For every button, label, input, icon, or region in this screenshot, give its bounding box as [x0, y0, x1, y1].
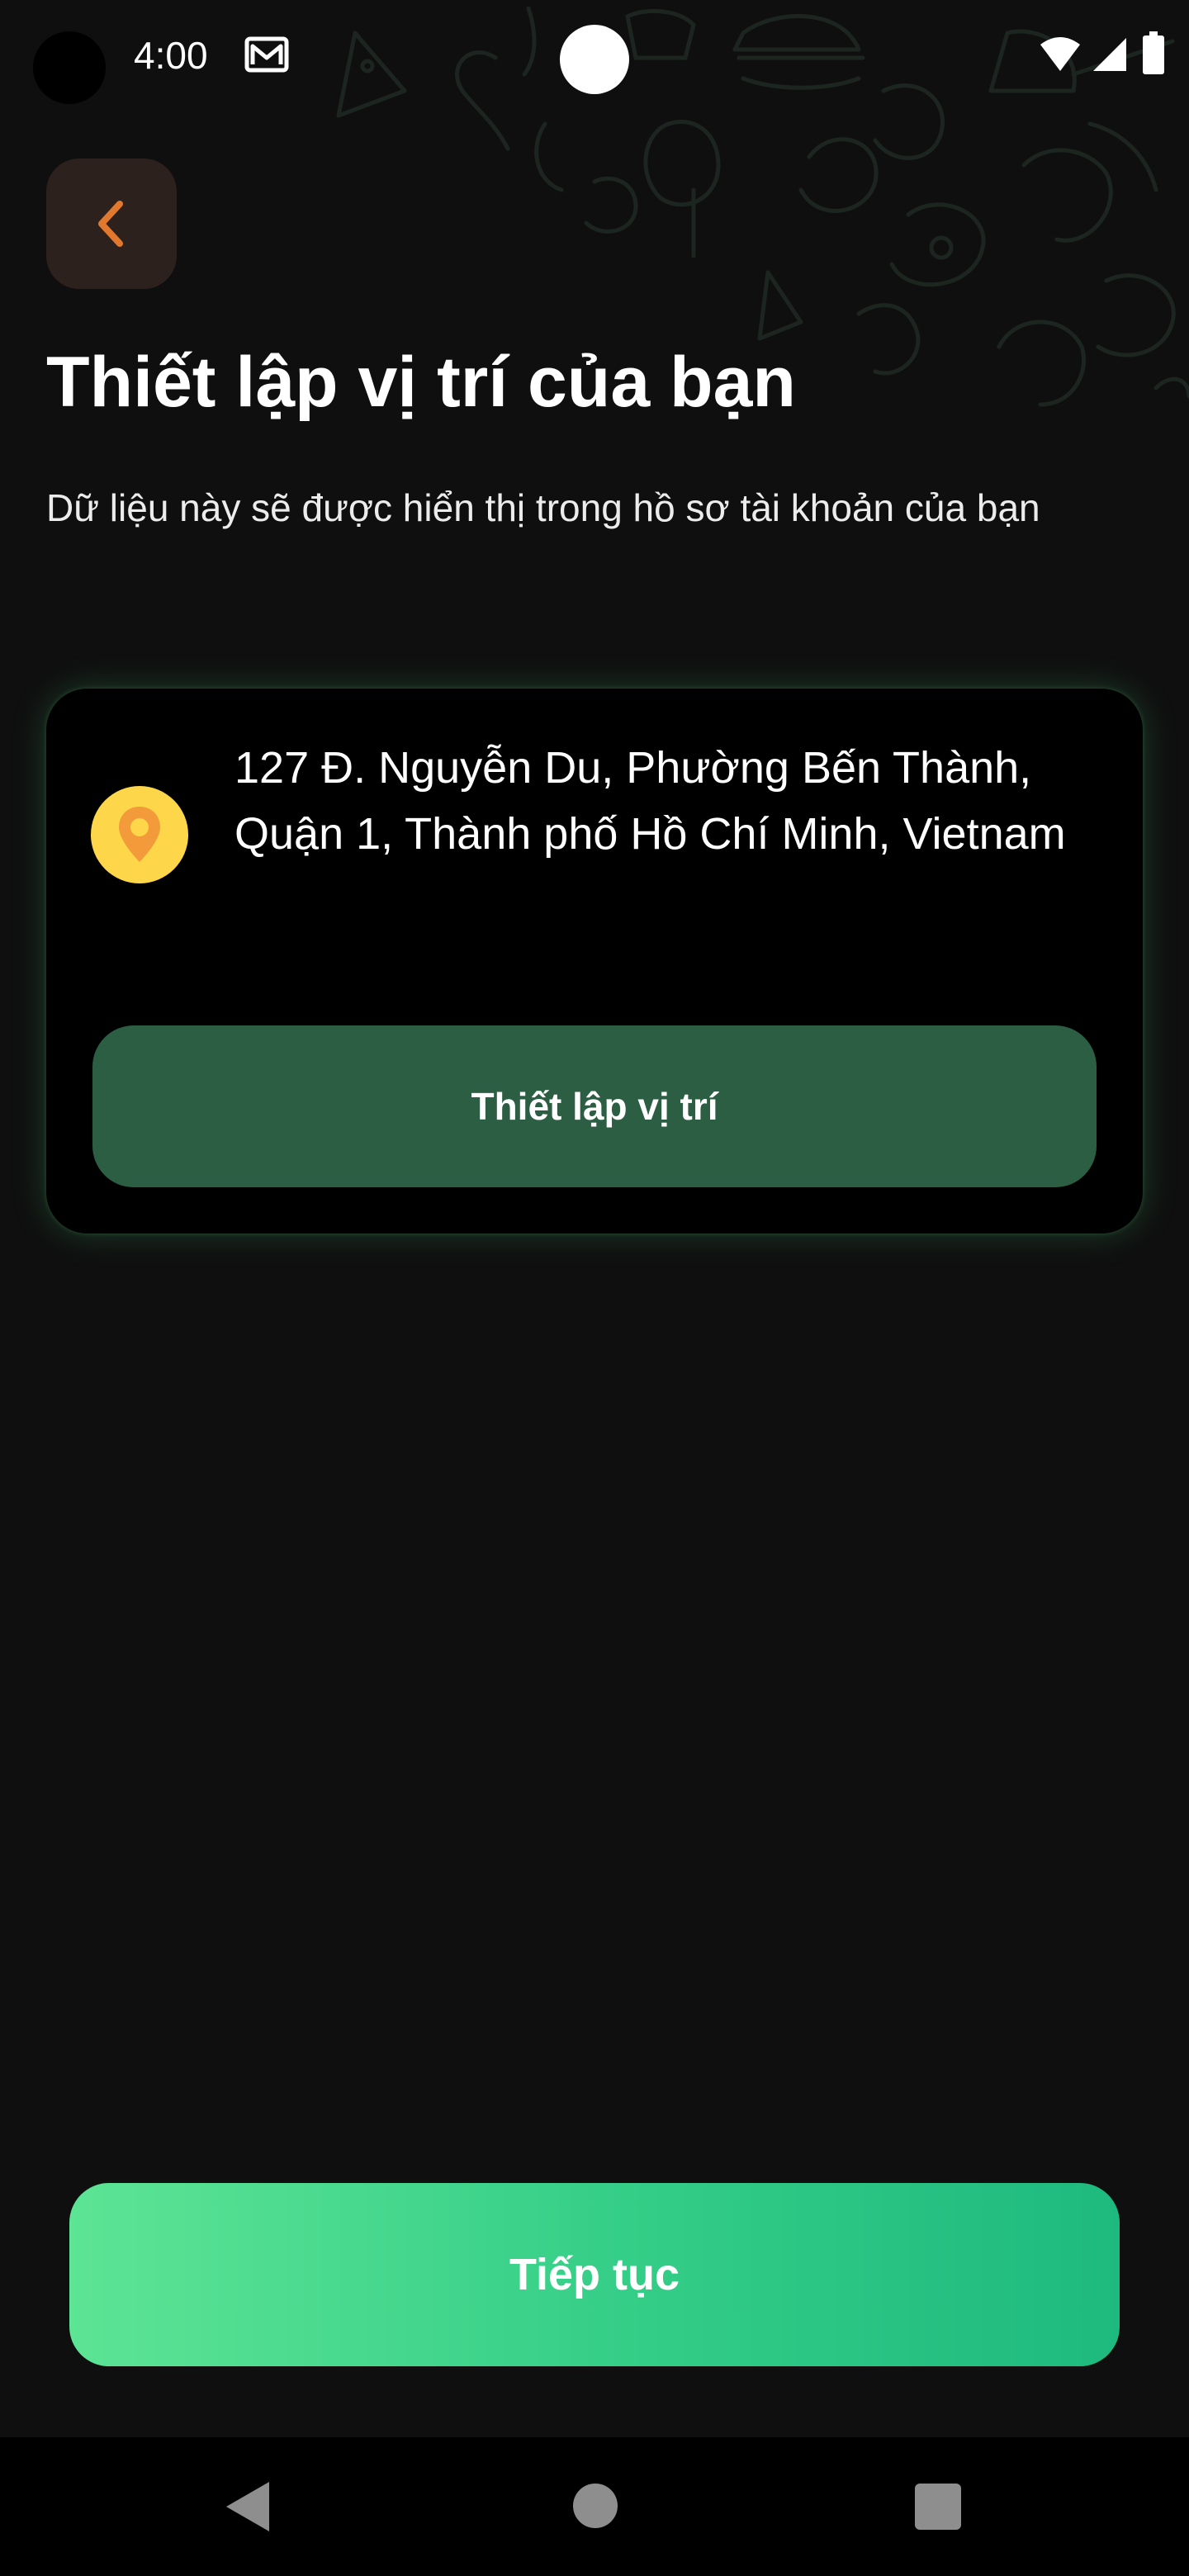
mail-icon: [244, 36, 289, 73]
chevron-left-icon: [98, 201, 123, 247]
page-title: Thiết lập vị trí của bạn: [46, 343, 796, 422]
signal-icon: [1093, 38, 1126, 71]
nav-home-icon[interactable]: [573, 2484, 618, 2528]
back-button[interactable]: [46, 159, 177, 289]
wifi-icon: [1040, 37, 1080, 71]
nav-back-icon[interactable]: [225, 2480, 271, 2533]
front-sensor-dot: [560, 25, 629, 94]
status-bar: 4:00: [0, 0, 1189, 116]
battery-icon: [1143, 31, 1164, 74]
location-pin-icon: [91, 786, 188, 883]
page-subtitle: Dữ liệu này sẽ được hiển thị trong hồ sơ…: [46, 486, 1040, 529]
set-location-screen: 4:00 Thiết lập vị trí của bạn Dữ liệu nà…: [0, 0, 1189, 2576]
status-time: 4:00: [134, 34, 208, 77]
continue-button[interactable]: Tiếp tục: [69, 2183, 1120, 2366]
camera-hole: [33, 31, 106, 104]
system-navigation-bar: [0, 2437, 1189, 2576]
address-text: 127 Đ. Nguyễn Du, Phường Bến Thành, Quận…: [234, 743, 1066, 859]
nav-recents-icon[interactable]: [915, 2484, 961, 2530]
set-location-button[interactable]: Thiết lập vị trí: [92, 1025, 1097, 1187]
set-location-button-label: Thiết lập vị trí: [471, 1085, 718, 1128]
continue-button-label: Tiếp tục: [509, 2250, 680, 2299]
location-card: 127 Đ. Nguyễn Du, Phường Bến Thành, Quận…: [46, 689, 1143, 1234]
